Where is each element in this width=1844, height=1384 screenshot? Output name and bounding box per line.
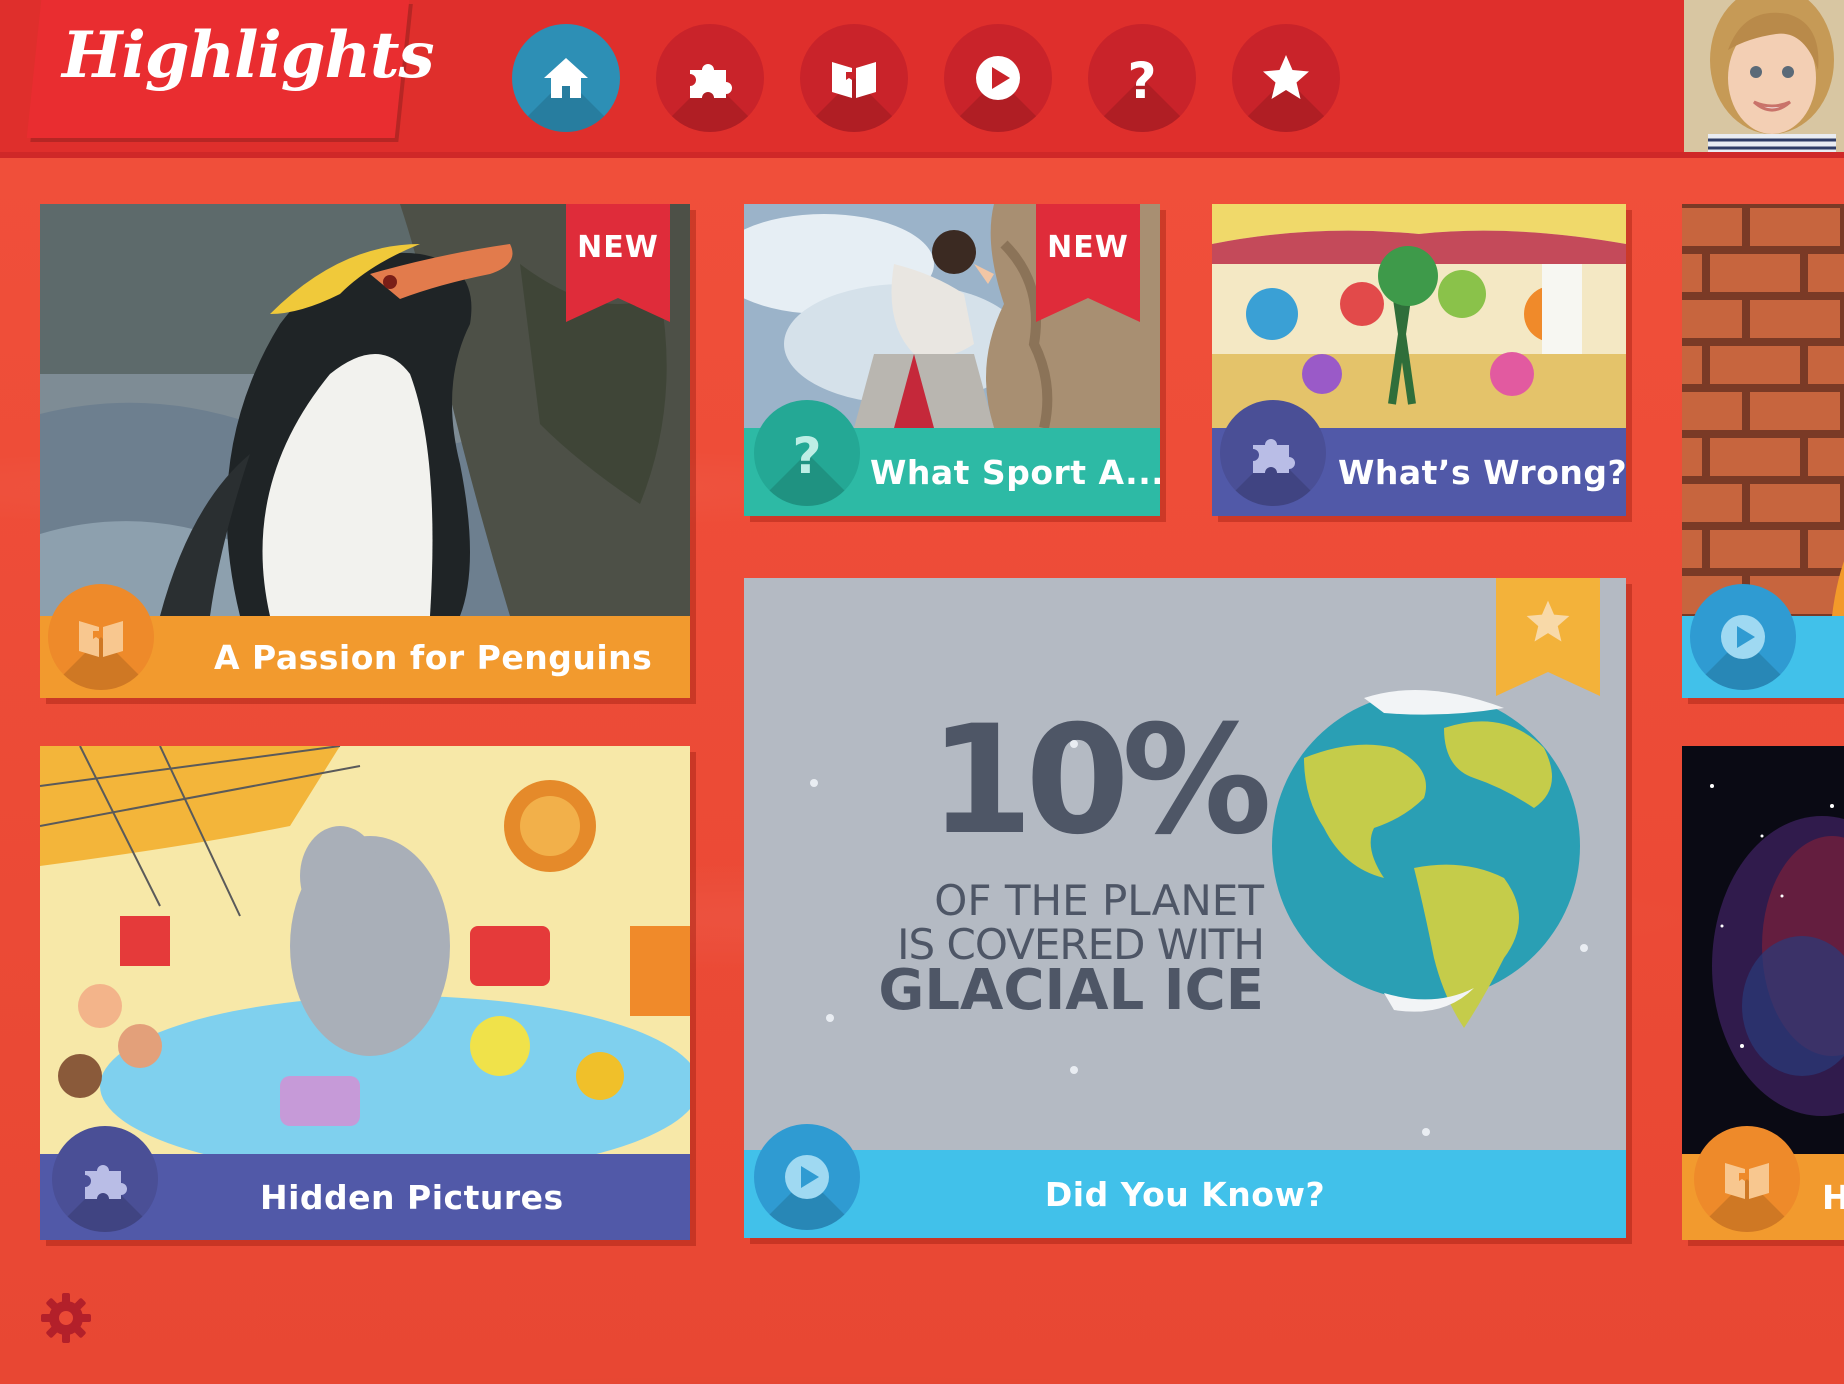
space-image: [1682, 746, 1844, 1156]
nav-quiz-button[interactable]: ?: [1088, 24, 1196, 132]
nav-favorites-button[interactable]: [1232, 24, 1340, 132]
puzzle-type-icon: [1220, 400, 1326, 506]
featured-badge: [1496, 578, 1600, 696]
new-badge: NEW: [1036, 204, 1140, 322]
nav-stories-button[interactable]: [800, 24, 908, 132]
gear-icon: [41, 1293, 91, 1343]
card-penguins[interactable]: NEW A Passion for Penguins: [40, 204, 690, 698]
video-type-icon: [1690, 584, 1796, 690]
card-title: H: [1822, 1177, 1844, 1217]
puzzle-type-icon: [52, 1126, 158, 1232]
nav-videos-button[interactable]: [944, 24, 1052, 132]
card-partial-video[interactable]: [1682, 204, 1844, 698]
child-photo: [1684, 0, 1844, 158]
play-icon: [785, 1155, 829, 1199]
play-icon: [976, 56, 1020, 100]
play-icon: [1721, 615, 1765, 659]
story-type-icon: [1694, 1126, 1800, 1232]
nav-puzzles-button[interactable]: [656, 24, 764, 132]
settings-button[interactable]: [38, 1290, 94, 1346]
profile-avatar[interactable]: [1684, 0, 1844, 158]
video-type-icon: [754, 1124, 860, 1230]
card-hidden-pictures[interactable]: Hidden Pictures: [40, 746, 690, 1240]
card-title-bar: Did You Know?: [744, 1150, 1626, 1238]
star-icon: [1263, 55, 1309, 99]
star-icon: [1526, 600, 1570, 642]
card-title: A Passion for Penguins: [214, 637, 653, 677]
card-partial-story[interactable]: H: [1682, 746, 1844, 1240]
new-badge: NEW: [566, 204, 670, 322]
card-what-sport[interactable]: NEW What Sport A... ?: [744, 204, 1160, 516]
book-icon: [79, 621, 123, 657]
question-icon: ?: [1127, 52, 1156, 106]
card-title: Did You Know?: [1044, 1174, 1326, 1214]
circus-scene-image: [40, 746, 690, 1156]
svg-text:?: ?: [1127, 52, 1156, 106]
card-did-you-know[interactable]: 10% OF THE PLANET IS COVERED WITH GLACIA…: [744, 578, 1626, 1238]
quiz-type-icon: ?: [754, 400, 860, 506]
story-type-icon: [48, 584, 154, 690]
puzzle-icon: [1253, 439, 1295, 473]
new-badge-label: NEW: [577, 230, 659, 265]
new-badge-label: NEW: [1047, 230, 1129, 265]
top-bar: Highlights ?: [0, 0, 1844, 158]
question-icon: ?: [792, 427, 821, 481]
party-scene-image: [1212, 204, 1626, 428]
card-whats-wrong[interactable]: What’s Wrong?: [1212, 204, 1626, 516]
card-title: Hidden Pictures: [260, 1177, 564, 1217]
brick-wall-image: [1682, 204, 1844, 616]
card-title: What Sport A...: [870, 452, 1160, 492]
puzzle-icon: [85, 1165, 127, 1199]
svg-text:?: ?: [792, 427, 821, 481]
fact-panel: 10% OF THE PLANET IS COVERED WITH GLACIA…: [744, 578, 1626, 1150]
home-icon: [544, 58, 588, 98]
logo[interactable]: Highlights: [62, 18, 435, 93]
book-icon: [1725, 1163, 1769, 1199]
earth-illustration: [810, 690, 1588, 1136]
nav-home-button[interactable]: [512, 24, 620, 132]
card-title: What’s Wrong?: [1338, 452, 1626, 492]
puzzle-icon: [690, 64, 732, 98]
book-icon: [832, 62, 876, 98]
